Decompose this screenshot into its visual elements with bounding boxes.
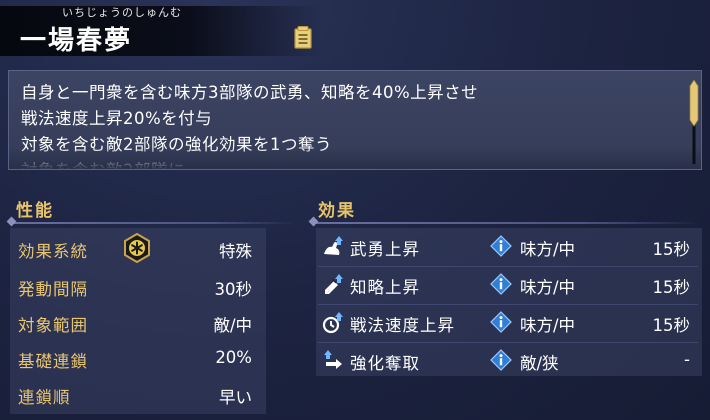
performance-label-interval: 発動間隔 — [18, 280, 88, 299]
effect-row-valor[interactable]: 武勇上昇 味方/中 15秒 — [318, 230, 698, 264]
effect-duration: - — [684, 350, 690, 369]
effect-duration: 15秒 — [652, 278, 691, 297]
performance-value-chain: 20% — [215, 348, 252, 367]
effect-separator — [318, 342, 698, 343]
performance-heading: 性能 — [16, 201, 54, 221]
intellect-up-icon — [325, 274, 343, 294]
description-scrollbar[interactable] — [688, 80, 700, 166]
performance-divider — [10, 222, 296, 224]
effect-name: 武勇上昇 — [350, 240, 420, 259]
effects-heading: 効果 — [318, 201, 356, 221]
performance-label-chain: 基礎連鎖 — [18, 352, 88, 371]
info-icon[interactable] — [490, 273, 512, 295]
effect-row-intellect[interactable]: 知略上昇 味方/中 15秒 — [318, 268, 698, 302]
info-icon[interactable] — [490, 235, 512, 257]
effect-target: 味方/中 — [520, 278, 576, 297]
performance-value-interval: 30秒 — [214, 280, 253, 299]
tactic-speed-up-icon — [322, 312, 343, 334]
effect-duration: 15秒 — [652, 316, 691, 335]
description-line-2: 戦法速度上昇20%を付与 — [21, 109, 213, 128]
effect-row-tactic-speed[interactable]: 戦法速度上昇 味方/中 15秒 — [318, 306, 698, 340]
performance-value-type: 特殊 — [219, 242, 252, 261]
effect-name: 強化奪取 — [350, 354, 420, 373]
performance-panel: 効果系統 特殊 発動間隔 30秒 対象範囲 敵/中 基礎連鎖 20% 連鎖順 早… — [10, 228, 266, 414]
effect-duration: 15秒 — [652, 240, 691, 259]
performance-label-chain-order: 連鎖順 — [18, 388, 71, 407]
performance-value-range: 敵/中 — [213, 316, 252, 335]
skill-header: いちじょうのしゅんむ 一場春夢 — [0, 0, 710, 62]
effect-separator — [318, 266, 698, 267]
skill-name: 一場春夢 — [20, 26, 133, 56]
description-panel[interactable]: 自身と一門衆を含む味方3部隊の武勇、知略を40%上昇させ 戦法速度上昇20%を付… — [8, 70, 702, 170]
effect-row-buff-steal[interactable]: 強化奪取 敵/狭 - — [318, 344, 698, 378]
buff-steal-icon — [324, 350, 342, 369]
effect-separator — [318, 304, 698, 305]
skill-ruby: いちじょうのしゅんむ — [62, 6, 182, 19]
effect-name: 戦法速度上昇 — [350, 316, 455, 335]
effect-target: 敵/狭 — [520, 354, 559, 373]
special-type-icon[interactable] — [122, 233, 152, 263]
info-icon[interactable] — [490, 349, 512, 371]
description-line-1: 自身と一門衆を含む味方3部隊の武勇、知略を40%上昇させ — [21, 83, 479, 102]
performance-label-range: 対象範囲 — [18, 316, 88, 335]
performance-label-type: 効果系統 — [18, 242, 88, 261]
effect-target: 味方/中 — [520, 240, 576, 259]
effects-divider — [312, 222, 702, 224]
valor-up-icon — [324, 236, 343, 255]
performance-value-chain-order: 早い — [219, 388, 252, 407]
effect-name: 知略上昇 — [350, 278, 420, 297]
effect-target: 味方/中 — [520, 316, 576, 335]
scroll-icon[interactable] — [292, 26, 314, 50]
info-icon[interactable] — [490, 311, 512, 333]
description-fade — [9, 147, 701, 169]
